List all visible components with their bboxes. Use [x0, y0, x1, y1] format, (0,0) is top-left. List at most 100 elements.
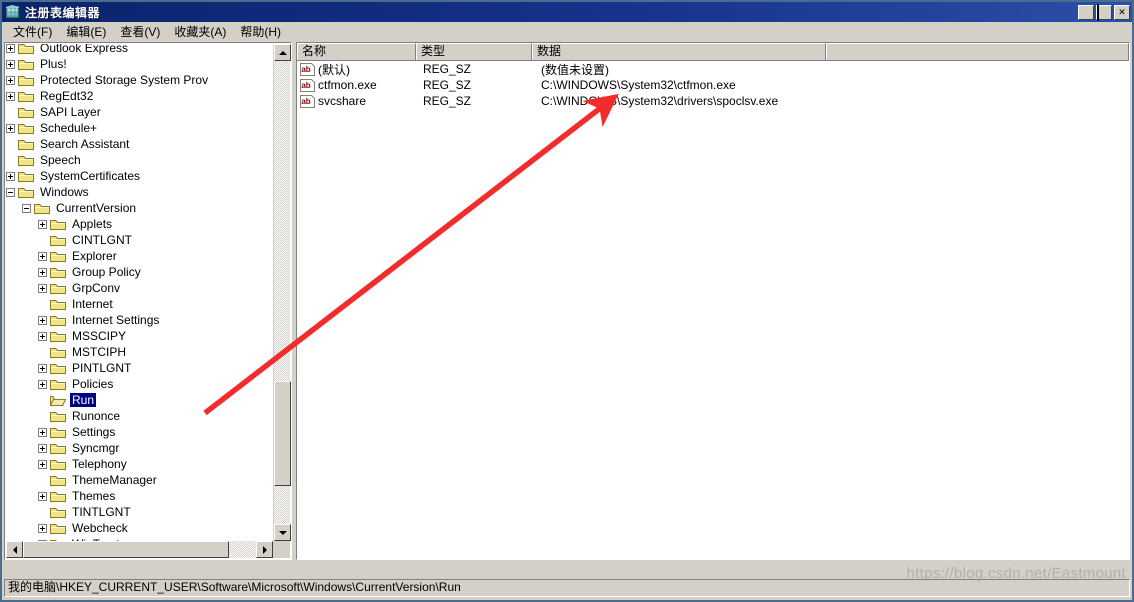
- tree-item-label: ThemeManager: [72, 473, 157, 487]
- tree-item[interactable]: Telephony: [6, 456, 272, 472]
- tree-item[interactable]: CurrentVersion: [6, 200, 272, 216]
- tree-item[interactable]: Protected Storage System Prov: [6, 72, 272, 88]
- expand-plus-icon[interactable]: [6, 59, 15, 69]
- menu-view[interactable]: 查看(V): [113, 21, 167, 42]
- expand-plus-icon[interactable]: [38, 379, 47, 389]
- value-data: C:\WINDOWS\System32\ctfmon.exe: [541, 78, 736, 92]
- table-row[interactable]: ab ctfmon.exe REG_SZ C:\WINDOWS\System32\ct…: [297, 77, 1129, 93]
- tree-item[interactable]: Internet: [6, 296, 272, 312]
- tree-item[interactable]: CINTLGNT: [6, 232, 272, 248]
- column-header-2[interactable]: 类型: [416, 43, 532, 60]
- tree-item[interactable]: Outlook Express: [6, 44, 272, 56]
- scroll-down-button[interactable]: [274, 524, 291, 541]
- expand-plus-icon[interactable]: [38, 427, 47, 437]
- column-header-label: 名称: [302, 44, 327, 58]
- expand-plus-icon[interactable]: [6, 75, 15, 85]
- column-header-3[interactable]: 数据: [532, 43, 826, 60]
- expand-plus-icon[interactable]: [38, 219, 47, 229]
- menu-edit[interactable]: 编辑(E): [59, 21, 113, 42]
- arrow-right-icon: [262, 545, 267, 554]
- tree-item[interactable]: RegEdt32: [6, 88, 272, 104]
- tree-item[interactable]: Schedule+: [6, 120, 272, 136]
- tree-horizontal-scrollbar[interactable]: [6, 541, 273, 558]
- svg-text:ab: ab: [301, 97, 310, 106]
- table-row[interactable]: ab svcshare REG_SZ C:\WINDOWS\System32\driv…: [297, 93, 1129, 109]
- tree-item[interactable]: SystemCertificates: [6, 168, 272, 184]
- tree-item[interactable]: GrpConv: [6, 280, 272, 296]
- tree-connector: [38, 504, 47, 520]
- arrow-up-icon: [278, 50, 287, 55]
- close-button[interactable]: ✕: [1114, 4, 1130, 20]
- value-name: svcshare: [318, 94, 367, 108]
- expand-plus-icon[interactable]: [38, 283, 47, 293]
- expand-plus-icon[interactable]: [6, 91, 15, 101]
- title-bar: 注册表编辑器 ✕: [2, 2, 1132, 22]
- tree-item[interactable]: Themes: [6, 488, 272, 504]
- expand-plus-icon[interactable]: [38, 523, 47, 533]
- tree-item[interactable]: Internet Settings: [6, 312, 272, 328]
- tree-item[interactable]: Settings: [6, 424, 272, 440]
- close-icon: ✕: [1118, 6, 1126, 17]
- tree-hscroll-thumb[interactable]: [23, 541, 229, 558]
- expand-plus-icon[interactable]: [38, 491, 47, 501]
- expand-plus-icon[interactable]: [6, 171, 15, 181]
- tree-item[interactable]: Explorer: [6, 248, 272, 264]
- column-header-4[interactable]: [826, 43, 1129, 60]
- menu-file[interactable]: 文件(F): [6, 21, 59, 42]
- tree-item[interactable]: MSSCIPY: [6, 328, 272, 344]
- folder-icon: [18, 106, 34, 119]
- expand-plus-icon[interactable]: [38, 443, 47, 453]
- registry-values-pane: 名称 类型 数据 ab (默认) REG_SZ (数值未设置) ab ctfmon.exe RE…: [296, 42, 1130, 560]
- expand-plus-icon[interactable]: [38, 251, 47, 261]
- tree-item[interactable]: Plus!: [6, 56, 272, 72]
- tree-item-label: Outlook Express: [40, 44, 129, 55]
- table-row[interactable]: ab (默认) REG_SZ (数值未设置): [297, 61, 1129, 77]
- tree-item[interactable]: Speech: [6, 152, 272, 168]
- tree-item-selected[interactable]: Run: [6, 392, 272, 408]
- minimize-button[interactable]: [1078, 4, 1094, 20]
- scroll-right-button[interactable]: [256, 541, 273, 558]
- tree-item[interactable]: Applets: [6, 216, 272, 232]
- tree-vertical-scrollbar[interactable]: [273, 44, 291, 541]
- arrow-down-icon: [278, 530, 287, 535]
- column-header-1[interactable]: 名称: [297, 43, 416, 60]
- scroll-up-button[interactable]: [274, 44, 291, 61]
- expand-plus-icon[interactable]: [38, 315, 47, 325]
- tree-item[interactable]: Runonce: [6, 408, 272, 424]
- tree-item[interactable]: TINTLGNT: [6, 504, 272, 520]
- tree-item[interactable]: ThemeManager: [6, 472, 272, 488]
- folder-icon: [50, 298, 66, 311]
- tree-connector: [6, 136, 15, 152]
- tree-item[interactable]: Webcheck: [6, 520, 272, 536]
- tree-scroll-thumb[interactable]: [274, 381, 291, 486]
- maximize-button[interactable]: [1096, 3, 1112, 21]
- expand-plus-icon[interactable]: [38, 363, 47, 373]
- folder-open-icon: [50, 394, 66, 407]
- expand-plus-icon[interactable]: [38, 459, 47, 469]
- expand-plus-icon[interactable]: [38, 331, 47, 341]
- folder-icon: [50, 378, 66, 391]
- menu-help[interactable]: 帮助(H): [233, 21, 288, 42]
- scroll-left-button[interactable]: [6, 541, 23, 558]
- tree-item[interactable]: Search Assistant: [6, 136, 272, 152]
- tree-item[interactable]: Windows: [6, 184, 272, 200]
- tree-item[interactable]: Syncmgr: [6, 440, 272, 456]
- string-value-icon: ab: [300, 78, 315, 92]
- collapse-minus-icon[interactable]: [6, 187, 15, 197]
- tree-item[interactable]: Group Policy: [6, 264, 272, 280]
- menu-favorites[interactable]: 收藏夹(A): [167, 21, 233, 42]
- tree-item[interactable]: PINTLGNT: [6, 360, 272, 376]
- folder-icon: [50, 346, 66, 359]
- tree-item[interactable]: SAPI Layer: [6, 104, 272, 120]
- collapse-minus-icon[interactable]: [22, 203, 31, 213]
- tree-item[interactable]: Policies: [6, 376, 272, 392]
- expand-plus-icon[interactable]: [6, 44, 15, 53]
- expand-plus-icon[interactable]: [38, 267, 47, 277]
- expand-plus-icon[interactable]: [6, 123, 15, 133]
- tree-item[interactable]: MSTCIPH: [6, 344, 272, 360]
